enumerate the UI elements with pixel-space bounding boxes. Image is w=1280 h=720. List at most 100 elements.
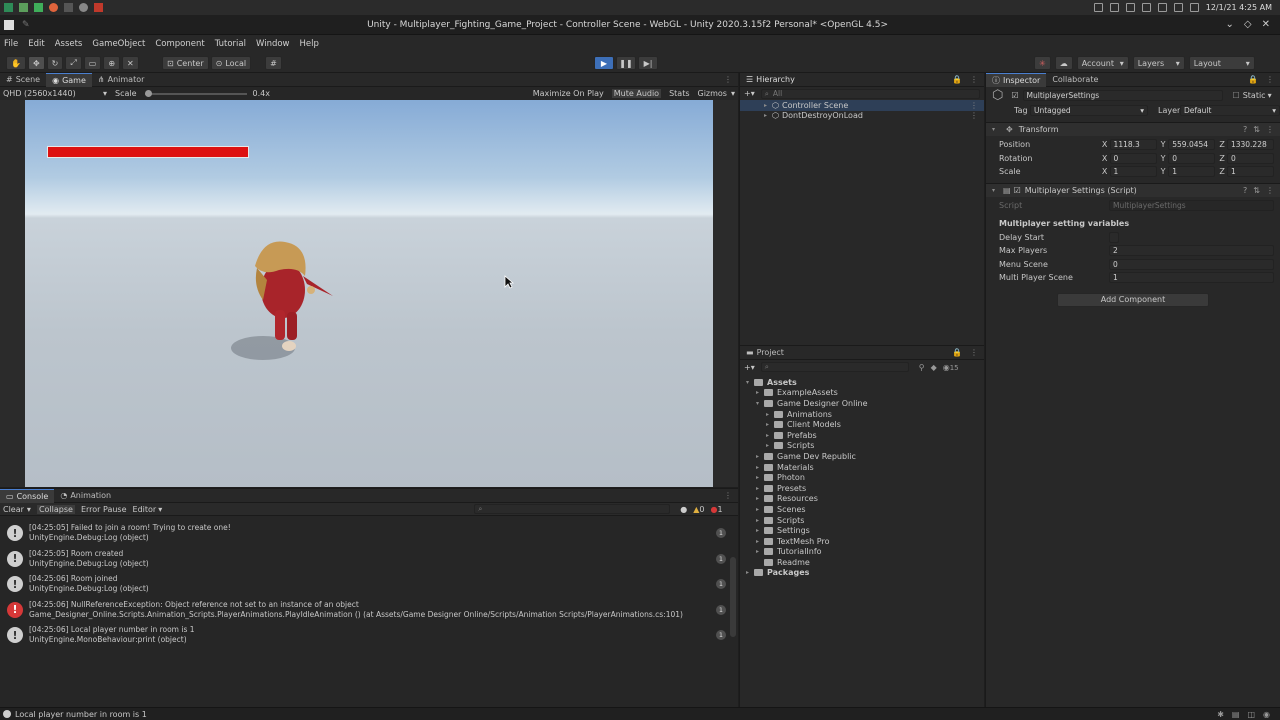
console-entry[interactable]: ! [04:25:06] Local player number in room …: [0, 623, 738, 649]
item-menu-icon[interactable]: ⋮: [970, 101, 978, 110]
chrome-icon[interactable]: [79, 3, 88, 12]
tab-scene[interactable]: # Scene: [0, 73, 46, 87]
pivot-center-button[interactable]: ⊡ Center: [162, 56, 209, 70]
layers-dropdown[interactable]: Layers ▾: [1132, 56, 1185, 70]
static-checkbox[interactable]: ☐: [1233, 91, 1240, 100]
add-object-icon[interactable]: +▾: [744, 89, 755, 98]
project-item[interactable]: ▸ TextMesh Pro: [740, 536, 984, 547]
component-enabled-checkbox[interactable]: ☑: [1014, 186, 1021, 195]
project-search-input[interactable]: ⌕: [760, 362, 909, 372]
rotate-tool-icon[interactable]: ↻: [46, 56, 64, 70]
menu-assets[interactable]: Assets: [55, 39, 83, 49]
script-field-input[interactable]: 2: [1109, 245, 1274, 257]
project-item[interactable]: ▸ Animations: [740, 409, 984, 420]
project-item[interactable]: ▸ Scripts: [740, 515, 984, 526]
menu-file[interactable]: File: [4, 39, 18, 49]
project-item[interactable]: ▸ Prefabs: [740, 430, 984, 441]
rect-tool-icon[interactable]: ▭: [83, 56, 102, 70]
tab-inspector[interactable]: ⓘ Inspector: [986, 72, 1047, 87]
account-dropdown[interactable]: Account ▾: [1076, 56, 1129, 70]
menu-tutorial[interactable]: Tutorial: [215, 39, 246, 49]
project-item[interactable]: ▸ TutorialInfo: [740, 547, 984, 558]
item-menu-icon[interactable]: ⋮: [970, 111, 978, 120]
caret-right-icon[interactable]: ▸: [764, 102, 772, 109]
caret-right-icon[interactable]: ▸: [764, 112, 772, 119]
caret-icon[interactable]: ▸: [756, 389, 764, 396]
stats-toggle[interactable]: Stats: [669, 89, 689, 98]
files-icon[interactable]: [34, 3, 43, 12]
project-item[interactable]: Readme: [740, 557, 984, 568]
close-icon[interactable]: ✕: [1262, 19, 1270, 30]
apps-icon[interactable]: [4, 3, 13, 12]
scale-y-field[interactable]: 1: [1168, 166, 1216, 178]
menu-edit[interactable]: Edit: [28, 39, 44, 49]
position-y-field[interactable]: 559.0454: [1168, 139, 1216, 151]
layout-dropdown[interactable]: Layout ▾: [1188, 56, 1255, 70]
tray-network-icon[interactable]: [1141, 3, 1151, 12]
menu-component[interactable]: Component: [155, 39, 204, 49]
position-z-field[interactable]: 1330.228: [1226, 139, 1275, 151]
pause-button[interactable]: ❚❚: [616, 56, 636, 70]
visibility-icon[interactable]: ◉15: [943, 363, 959, 372]
tray-trash-icon[interactable]: [1109, 3, 1119, 12]
delay-start-checkbox[interactable]: [1109, 231, 1119, 243]
project-item[interactable]: ▸ Packages: [740, 568, 984, 579]
caret-icon[interactable]: ▸: [756, 485, 764, 492]
caret-icon[interactable]: ▸: [746, 569, 754, 576]
caret-icon[interactable]: ▸: [756, 548, 764, 555]
caret-icon[interactable]: ▸: [766, 411, 774, 418]
console-entry[interactable]: ! [04:25:06] NullReferenceException: Obje…: [0, 598, 738, 623]
recorder-icon[interactable]: [94, 3, 103, 12]
info-count-icon[interactable]: ●: [680, 505, 687, 514]
tab-hierarchy[interactable]: ☰ Hierarchy: [740, 73, 801, 87]
object-name-field[interactable]: MultiplayerSettings: [1022, 90, 1223, 101]
transform-tool-icon[interactable]: ⊕: [103, 56, 121, 70]
unity-hub-icon[interactable]: [64, 3, 73, 12]
add-asset-icon[interactable]: +▾: [744, 363, 755, 372]
hand-tool-icon[interactable]: ✋: [6, 56, 26, 70]
caret-icon[interactable]: ▸: [756, 464, 764, 471]
error-count-toggle[interactable]: ●1: [710, 505, 722, 514]
tab-collaborate[interactable]: Collaborate: [1046, 73, 1104, 87]
tab-animator[interactable]: ⋔ Animator: [92, 73, 150, 87]
chevron-down-icon[interactable]: ▾: [27, 505, 31, 514]
caret-down-icon[interactable]: ▾: [992, 126, 1000, 133]
maximize-on-play-toggle[interactable]: Maximize On Play: [533, 89, 604, 98]
resolution-dropdown[interactable]: QHD (2560x1440) ▾: [3, 89, 107, 98]
collapse-toggle[interactable]: Collapse: [36, 504, 75, 514]
gizmos-dropdown[interactable]: Gizmos: [698, 89, 727, 98]
move-tool-icon[interactable]: ✥: [27, 56, 45, 70]
lock-icon[interactable]: 🔒: [1248, 75, 1258, 84]
rotation-y-field[interactable]: 0: [1168, 152, 1216, 164]
script-field-input[interactable]: 0: [1109, 258, 1274, 270]
collab-icon[interactable]: ✳: [1034, 56, 1051, 70]
caret-icon[interactable]: ▸: [766, 432, 774, 439]
warn-count-toggle[interactable]: ▲0: [693, 505, 704, 514]
notification-icon[interactable]: ◉: [1263, 710, 1270, 719]
tray-settings-icon[interactable]: [1125, 3, 1135, 12]
filter-label-icon[interactable]: ◆: [931, 363, 937, 372]
project-item[interactable]: ▾ Assets: [740, 377, 984, 388]
project-item[interactable]: ▸ Resources: [740, 494, 984, 505]
caret-icon[interactable]: ▸: [756, 453, 764, 460]
tab-animation[interactable]: ◔ Animation: [54, 489, 117, 503]
help-icon[interactable]: ?: [1243, 186, 1247, 195]
panel-menu-icon[interactable]: ⋮: [970, 75, 978, 84]
lock-icon[interactable]: 🔒: [952, 75, 962, 84]
scale-tool-icon[interactable]: ⤢: [65, 56, 82, 70]
pin-icon[interactable]: ✎: [22, 20, 30, 30]
project-item[interactable]: ▸ Client Models: [740, 419, 984, 430]
active-checkbox[interactable]: ☑: [1011, 91, 1018, 100]
tray-battery-icon[interactable]: [1189, 3, 1199, 12]
project-item[interactable]: ▸ Photon: [740, 472, 984, 483]
project-item[interactable]: ▸ Materials: [740, 462, 984, 473]
console-entry[interactable]: ! [04:25:06] Room joined UnityEngine.Debug…: [0, 572, 738, 598]
scale-x-field[interactable]: 1: [1109, 166, 1157, 178]
hierarchy-item-controller-scene[interactable]: ▸ ⬡ Controller Scene ⋮: [740, 100, 984, 111]
panel-menu-icon[interactable]: ⋮: [1266, 75, 1274, 84]
panel-menu-icon[interactable]: ⋮: [970, 348, 978, 357]
caret-icon[interactable]: ▾: [746, 379, 754, 386]
minimize-icon[interactable]: ⌄: [1226, 19, 1234, 30]
project-item[interactable]: ▸ Presets: [740, 483, 984, 494]
grid-snap-icon[interactable]: #: [265, 56, 282, 70]
